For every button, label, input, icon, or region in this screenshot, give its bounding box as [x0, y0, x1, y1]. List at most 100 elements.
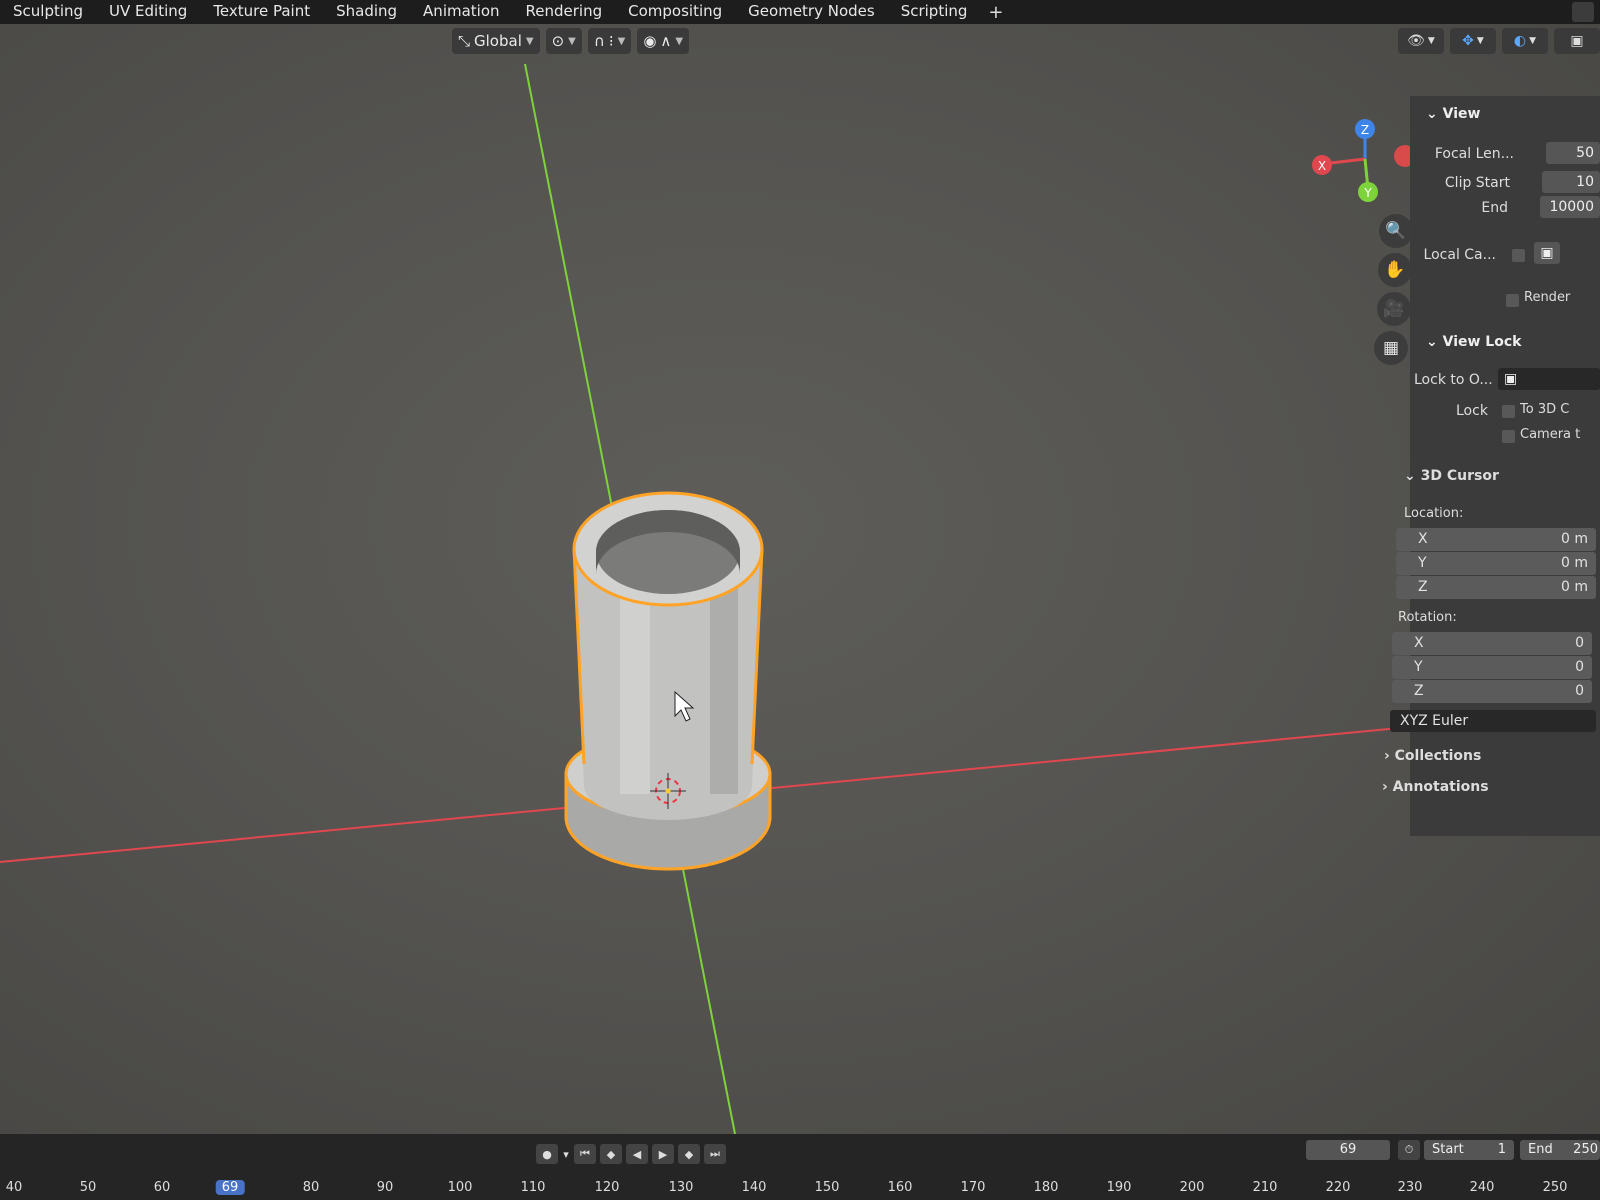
- visibility-dropdown[interactable]: 👁 ▼: [1398, 28, 1444, 54]
- lock-to-3d-cursor-label: To 3D C: [1520, 402, 1570, 417]
- start-frame-label: Start: [1432, 1142, 1464, 1157]
- tab-sculpting[interactable]: Sculpting: [0, 0, 96, 24]
- ortho-grid-icon[interactable]: ▦: [1374, 331, 1408, 365]
- chevron-down-icon: ▼: [525, 35, 534, 47]
- current-frame-field[interactable]: 69: [1306, 1140, 1390, 1160]
- play-icon[interactable]: ▶: [652, 1144, 674, 1164]
- tab-geometry-nodes[interactable]: Geometry Nodes: [735, 0, 888, 24]
- cursor-rotation-y-field[interactable]: Y0: [1392, 656, 1592, 679]
- record-icon[interactable]: ●: [536, 1144, 558, 1164]
- lock-to-object-field[interactable]: ▣: [1498, 368, 1600, 390]
- snap-toggle[interactable]: ∩ ⁝ ▼: [587, 28, 632, 54]
- overlay-toggle[interactable]: ◐ ▼: [1502, 28, 1548, 54]
- tab-scripting[interactable]: Scripting: [888, 0, 981, 24]
- lock-to-3d-cursor-checkbox[interactable]: [1502, 405, 1515, 418]
- gizmo-icon: ✥: [1462, 33, 1474, 49]
- transform-orientation-dropdown[interactable]: ⤡ Global ▼: [452, 28, 540, 54]
- focal-length-field[interactable]: 50: [1546, 142, 1600, 164]
- cursor-location-y-field[interactable]: Y0 m: [1396, 552, 1596, 575]
- chevron-down-icon: ▼: [568, 35, 576, 47]
- chevron-down-icon: ▼: [1529, 36, 1537, 46]
- current-frame-indicator[interactable]: 69: [215, 1180, 245, 1195]
- object-icon: ▣: [1540, 245, 1554, 261]
- frame-tick: 110: [520, 1180, 546, 1195]
- clip-start-field[interactable]: 10: [1542, 171, 1600, 193]
- tab-uv-editing[interactable]: UV Editing: [96, 0, 200, 24]
- overlay-icon: ◐: [1513, 33, 1527, 49]
- snap-increment-icon: ⁝: [608, 32, 614, 50]
- start-frame-value: 1: [1497, 1142, 1506, 1157]
- collections-section-header[interactable]: › Collections: [1384, 748, 1481, 764]
- cursor-location-z-field[interactable]: Z0 m: [1396, 576, 1596, 599]
- tab-texture-paint[interactable]: Texture Paint: [200, 0, 323, 24]
- chevron-down-icon: ▼: [617, 35, 626, 47]
- view-lock-section-header[interactable]: ⌄ View Lock: [1426, 334, 1521, 350]
- frame-tick: 250: [1542, 1180, 1568, 1195]
- start-frame-field[interactable]: Start 1: [1424, 1140, 1514, 1160]
- chevron-down-icon: ⌄: [1426, 334, 1438, 350]
- timeline[interactable]: ● ▾ ⏮ ◆ ◀ ▶ ◆ ⏭ 69 ⏱ Start 1 End 250 40 …: [0, 1134, 1600, 1200]
- chevron-right-icon: ›: [1382, 779, 1388, 795]
- render-region-checkbox[interactable]: [1506, 294, 1519, 307]
- frame-tick: 120: [594, 1180, 620, 1195]
- scene-selector-icon[interactable]: [1572, 2, 1594, 22]
- 3d-cursor-section-header[interactable]: ⌄ 3D Cursor: [1404, 468, 1499, 484]
- frame-tick: 180: [1033, 1180, 1059, 1195]
- frame-tick: 140: [741, 1180, 767, 1195]
- camera-view-icon[interactable]: 🎥: [1377, 292, 1411, 326]
- tab-rendering[interactable]: Rendering: [513, 0, 616, 24]
- tab-compositing[interactable]: Compositing: [615, 0, 735, 24]
- magnet-icon: ∩: [593, 32, 605, 50]
- camera-object-picker[interactable]: ▣: [1534, 242, 1560, 264]
- frame-tick: 230: [1397, 1180, 1423, 1195]
- clip-end-field[interactable]: 10000: [1540, 196, 1600, 218]
- next-keyframe-icon[interactable]: ◆: [678, 1144, 700, 1164]
- chevron-down-icon: ⌄: [1404, 468, 1416, 484]
- gizmo-x-label: X: [1318, 159, 1326, 173]
- end-frame-field[interactable]: End 250: [1520, 1140, 1600, 1160]
- play-reverse-icon[interactable]: ◀: [626, 1144, 648, 1164]
- object-icon: ▣: [1504, 371, 1518, 387]
- cursor-location-x-field[interactable]: X0 m: [1396, 528, 1596, 551]
- pan-hand-icon[interactable]: ✋: [1378, 253, 1412, 287]
- cursor-rotation-x-field[interactable]: X0: [1392, 632, 1592, 655]
- tab-shading[interactable]: Shading: [323, 0, 410, 24]
- chevron-down-icon[interactable]: ▾: [562, 1144, 570, 1164]
- 3d-viewport[interactable]: Z X Y ⤡ Global ▼ ⊙ ▼ ∩ ⁝ ▼ ◉ ∧ ▼ 👁 ▼ ✥ ▼ ◐…: [0, 24, 1600, 1134]
- chevron-down-icon: ⌄: [1426, 106, 1438, 122]
- focal-length-label: Focal Len...: [1434, 146, 1514, 162]
- local-camera-checkbox[interactable]: [1512, 249, 1525, 262]
- gizmo-z-label: Z: [1361, 123, 1369, 137]
- prev-keyframe-icon[interactable]: ◆: [600, 1144, 622, 1164]
- add-workspace-button[interactable]: +: [980, 2, 1011, 23]
- lock-camera-to-view-checkbox[interactable]: [1502, 430, 1515, 443]
- cylinder-object[interactable]: [564, 491, 772, 871]
- lock-to-object-label: Lock to O...: [1414, 372, 1493, 388]
- lock-camera-to-view-label: Camera t: [1520, 427, 1581, 442]
- gizmo-toggle[interactable]: ✥ ▼: [1450, 28, 1496, 54]
- annotations-section-header[interactable]: › Annotations: [1382, 779, 1489, 795]
- frame-ruler[interactable]: 40 50 60 69 80 90 100 110 120 130 140 15…: [0, 1174, 1600, 1200]
- pivot-point-dropdown[interactable]: ⊙ ▼: [545, 28, 582, 54]
- xray-toggle[interactable]: ▣: [1554, 28, 1600, 54]
- frame-tick: 50: [79, 1180, 97, 1195]
- tab-animation[interactable]: Animation: [410, 0, 512, 24]
- render-region-label: Render: [1524, 290, 1571, 305]
- viewport-overlay-tools: 👁 ▼ ✥ ▼ ◐ ▼ ▣: [1398, 28, 1600, 54]
- zoom-icon[interactable]: 🔍: [1379, 214, 1413, 248]
- rotation-mode-dropdown[interactable]: XYZ Euler: [1390, 710, 1596, 732]
- frame-tick: 200: [1179, 1180, 1205, 1195]
- frame-tick: 190: [1106, 1180, 1132, 1195]
- proportional-editing-toggle[interactable]: ◉ ∧ ▼: [637, 28, 690, 54]
- view-section-header[interactable]: ⌄ View: [1426, 106, 1480, 122]
- frame-tick: 240: [1469, 1180, 1495, 1195]
- playback-controls: ● ▾ ⏮ ◆ ◀ ▶ ◆ ⏭: [536, 1144, 726, 1164]
- jump-start-icon[interactable]: ⏮: [574, 1144, 596, 1164]
- stopwatch-icon[interactable]: ⏱: [1398, 1140, 1420, 1160]
- chevron-down-icon: ▼: [675, 35, 684, 47]
- chevron-down-icon: ▼: [1476, 36, 1484, 46]
- cursor-rotation-z-field[interactable]: Z0: [1392, 680, 1592, 703]
- frame-tick: 210: [1252, 1180, 1278, 1195]
- proportional-editing-icon: ◉: [643, 32, 657, 50]
- jump-end-icon[interactable]: ⏭: [704, 1144, 726, 1164]
